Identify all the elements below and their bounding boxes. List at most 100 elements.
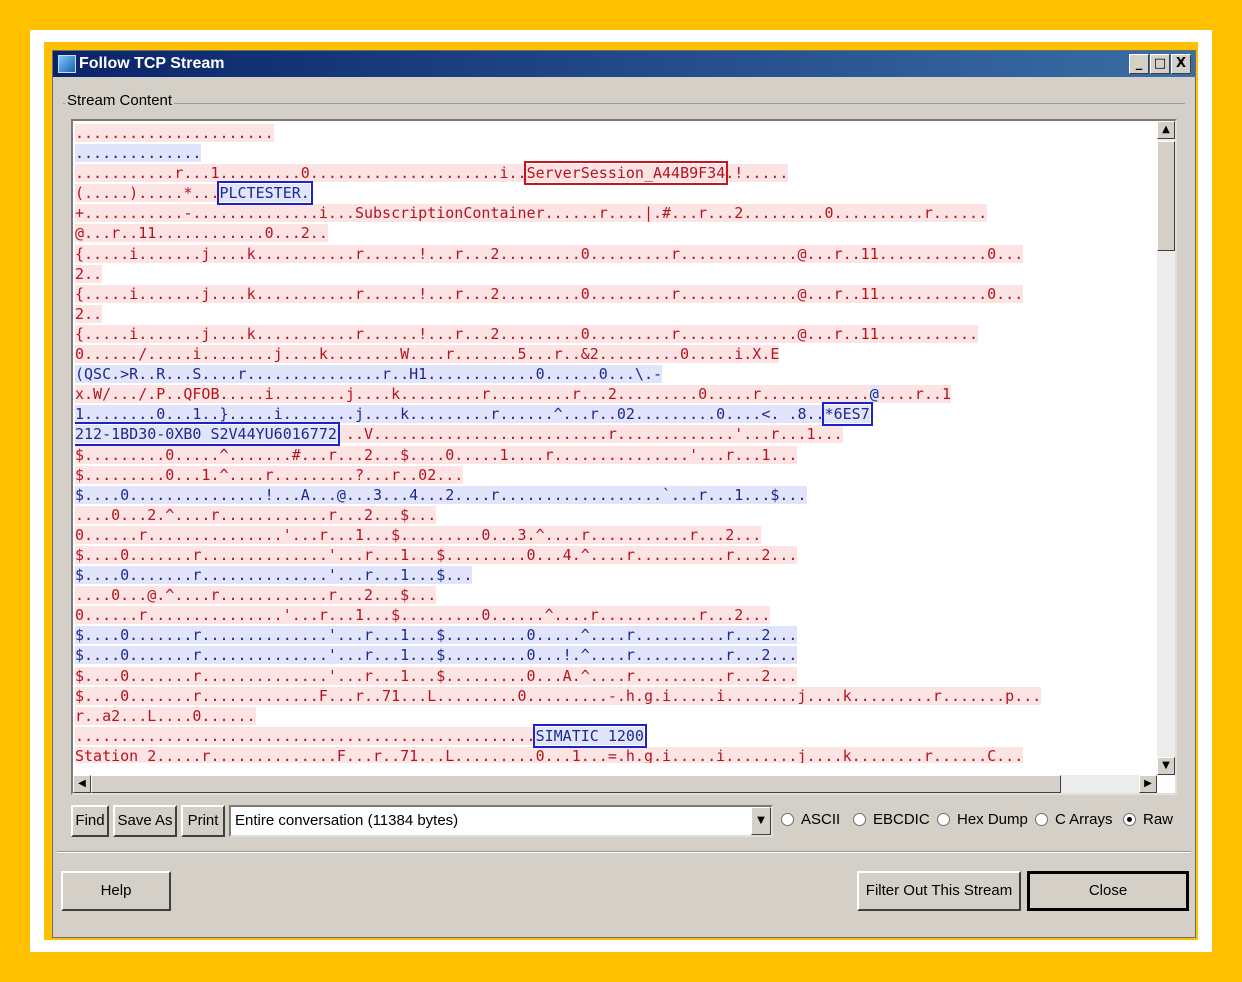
stream-line: ........................................…	[75, 723, 1153, 748]
follow-tcp-stream-window: Follow TCP Stream _ □ X Stream Content .…	[52, 50, 1196, 938]
radio-raw-label: Raw	[1143, 811, 1174, 828]
server-text: $....0.......r..............'...r...1...…	[75, 646, 798, 665]
client-text: 0......r...............'...r...1...$....…	[75, 606, 771, 625]
client-text: ..V..........................r..........…	[336, 425, 843, 444]
print-button[interactable]: Print	[181, 805, 225, 837]
server-text: $....0.......r..............'...r...1...…	[75, 626, 798, 645]
stream-line: $....0.......r.............F...r..71...L…	[75, 686, 1153, 706]
client-text: ......................	[75, 124, 274, 142]
scroll-down-icon[interactable]: ▼	[1157, 757, 1175, 775]
stream-line: ....0...2.^....r............r...2...$...	[75, 505, 1153, 525]
close-window-button[interactable]: X	[1171, 54, 1191, 74]
maximize-button[interactable]: □	[1150, 54, 1170, 74]
stream-line: $....0.......r..............'...r...1...…	[75, 645, 1153, 665]
server-text: 1........0...1..}.....i........j....k...…	[75, 405, 825, 424]
stream-line: Station_2.....r..............F...r..71..…	[75, 746, 1153, 763]
radio-c-arrays-label: C Arrays	[1055, 811, 1113, 828]
highlighted-text: ServerSession_A44B9F34	[523, 161, 729, 186]
stream-line: 0....../.....i........j....k........W...…	[75, 344, 1153, 364]
bottom-divider	[57, 851, 1191, 853]
stream-line: $....0.......r..............'...r...1...…	[75, 666, 1153, 686]
radio-raw-icon	[1123, 813, 1136, 826]
client-text: 0....../.....i........j....k........W...…	[75, 345, 780, 364]
horizontal-scrollbar[interactable]: ◀ ▶	[73, 775, 1157, 793]
vertical-scroll-thumb[interactable]	[1157, 141, 1175, 251]
server-text: ..............	[75, 144, 202, 163]
close-button[interactable]: Close	[1027, 871, 1189, 911]
stream-line: (QSC.>R..R...S....r...............r..H1.…	[75, 364, 1153, 384]
stream-line: {.....i.......j....k...........r......!.…	[75, 324, 1153, 344]
wireshark-app-icon	[58, 55, 76, 73]
stream-line: $....0.......r..............'...r...1...…	[75, 545, 1153, 565]
stream-content-textarea[interactable]: ........................................…	[71, 119, 1177, 795]
client-text: 2..	[75, 264, 103, 283]
radio-hex-dump-icon	[937, 813, 950, 826]
highlighted-text: *6ES7	[821, 402, 873, 427]
help-button[interactable]: Help	[61, 871, 171, 911]
server-text: $....0...............!...A...@...3...4..…	[75, 485, 807, 504]
client-text: ........................................…	[75, 726, 536, 745]
server-text: $....0.......r..............'...r...1...…	[75, 566, 473, 585]
find-button[interactable]: Find	[71, 805, 109, 837]
horizontal-scroll-thumb[interactable]	[91, 775, 1061, 793]
radio-ebcdic-icon	[853, 813, 866, 826]
stream-line: $....0.......r..............'...r...1...…	[75, 625, 1153, 645]
stream-content-label: Stream Content	[65, 92, 175, 109]
server-text: @	[869, 385, 879, 404]
stream-line: $.........0...1.^....r.........?...r..02…	[75, 465, 1153, 485]
filter-out-stream-button[interactable]: Filter Out This Stream	[857, 871, 1021, 911]
client-text: 0......r...............'...r...1...$....…	[75, 525, 762, 544]
client-text: x.W/.../.P..QFOB.....i........j....k....…	[75, 385, 870, 404]
radio-ascii-label: ASCII	[801, 811, 841, 828]
conversation-select[interactable]: Entire conversation (11384 bytes) ▼	[229, 805, 773, 837]
client-text: {.....i.......j....k...........r......!.…	[75, 244, 1024, 263]
highlighted-text: 212-1BD30-0XB0 S2V44YU6016772	[75, 422, 340, 447]
radio-c-arrays-icon	[1035, 813, 1048, 826]
group-divider	[63, 103, 1185, 104]
stream-line: {.....i.......j....k...........r......!.…	[75, 244, 1153, 264]
stream-line: (.....).....*...PLCTESTER.	[75, 181, 1153, 206]
stream-controls: Find Save As Print Entire conversation (…	[71, 803, 1181, 839]
stream-line: +...........-..............i...Subscript…	[75, 203, 1153, 223]
client-text: $....0.......r..............'...r...1...…	[75, 666, 798, 685]
minimize-button[interactable]: _	[1129, 54, 1149, 74]
client-text: ....0...2.^....r............r...2...$...	[75, 505, 437, 524]
client-text: {.....i.......j....k...........r......!.…	[75, 284, 1024, 303]
highlighted-text: PLCTESTER.	[216, 181, 313, 206]
chevron-down-icon[interactable]: ▼	[751, 807, 771, 835]
title-bar[interactable]: Follow TCP Stream _ □ X	[53, 51, 1195, 77]
scroll-right-icon[interactable]: ▶	[1139, 775, 1157, 793]
client-text: (.....).....*...	[75, 184, 220, 203]
stream-line: ......................	[75, 123, 1153, 143]
client-text: 2..	[75, 304, 103, 323]
radio-ascii-icon	[781, 813, 794, 826]
window-title: Follow TCP Stream	[79, 55, 225, 72]
radio-ebcdic-label: EBCDIC	[873, 811, 930, 828]
client-text: {.....i.......j....k...........r......!.…	[75, 324, 979, 343]
client-text: .!.....	[725, 164, 789, 183]
stream-text: ........................................…	[75, 123, 1153, 763]
stream-line: x.W/.../.P..QFOB.....i........j....k....…	[75, 384, 1153, 404]
conversation-select-value: Entire conversation (11384 bytes)	[235, 812, 459, 829]
stream-line: $.........0.....^.......#...r...2...$...…	[75, 445, 1153, 465]
client-text: ....r..1	[878, 385, 951, 404]
stream-line: ...........r...1.........0..............…	[75, 161, 1153, 186]
client-text: $....0.......r.............F...r..71...L…	[75, 686, 1042, 705]
client-text: r..a2...L....0......	[75, 706, 256, 725]
client-text: @...r..11............0...2..	[75, 224, 328, 243]
stream-line: $....0.......r..............'...r...1...…	[75, 565, 1153, 585]
client-text: +...........-..............i...Subscript…	[75, 204, 988, 223]
stream-line: $....0...............!...A...@...3...4..…	[75, 485, 1153, 505]
save-as-button[interactable]: Save As	[113, 805, 177, 837]
client-text: $.........0.....^.......#...r...2...$...…	[75, 445, 798, 464]
stream-line: 0......r...............'...r...1...$....…	[75, 605, 1153, 625]
stream-line: 212-1BD30-0XB0 S2V44YU6016772 ..V.......…	[75, 422, 1153, 447]
scroll-up-icon[interactable]: ▲	[1157, 121, 1175, 139]
stream-line: 2..	[75, 264, 1153, 284]
client-text: $.........0...1.^....r.........?...r..02…	[75, 465, 464, 484]
vertical-scrollbar[interactable]: ▲ ▼	[1157, 121, 1175, 775]
server-text: (QSC.>R..R...S....r...............r..H1.…	[75, 365, 662, 384]
client-text: Station_2.....r..............F...r..71..…	[75, 746, 1024, 763]
radio-hex-dump-label: Hex Dump	[957, 811, 1028, 828]
scroll-left-icon[interactable]: ◀	[73, 775, 91, 793]
